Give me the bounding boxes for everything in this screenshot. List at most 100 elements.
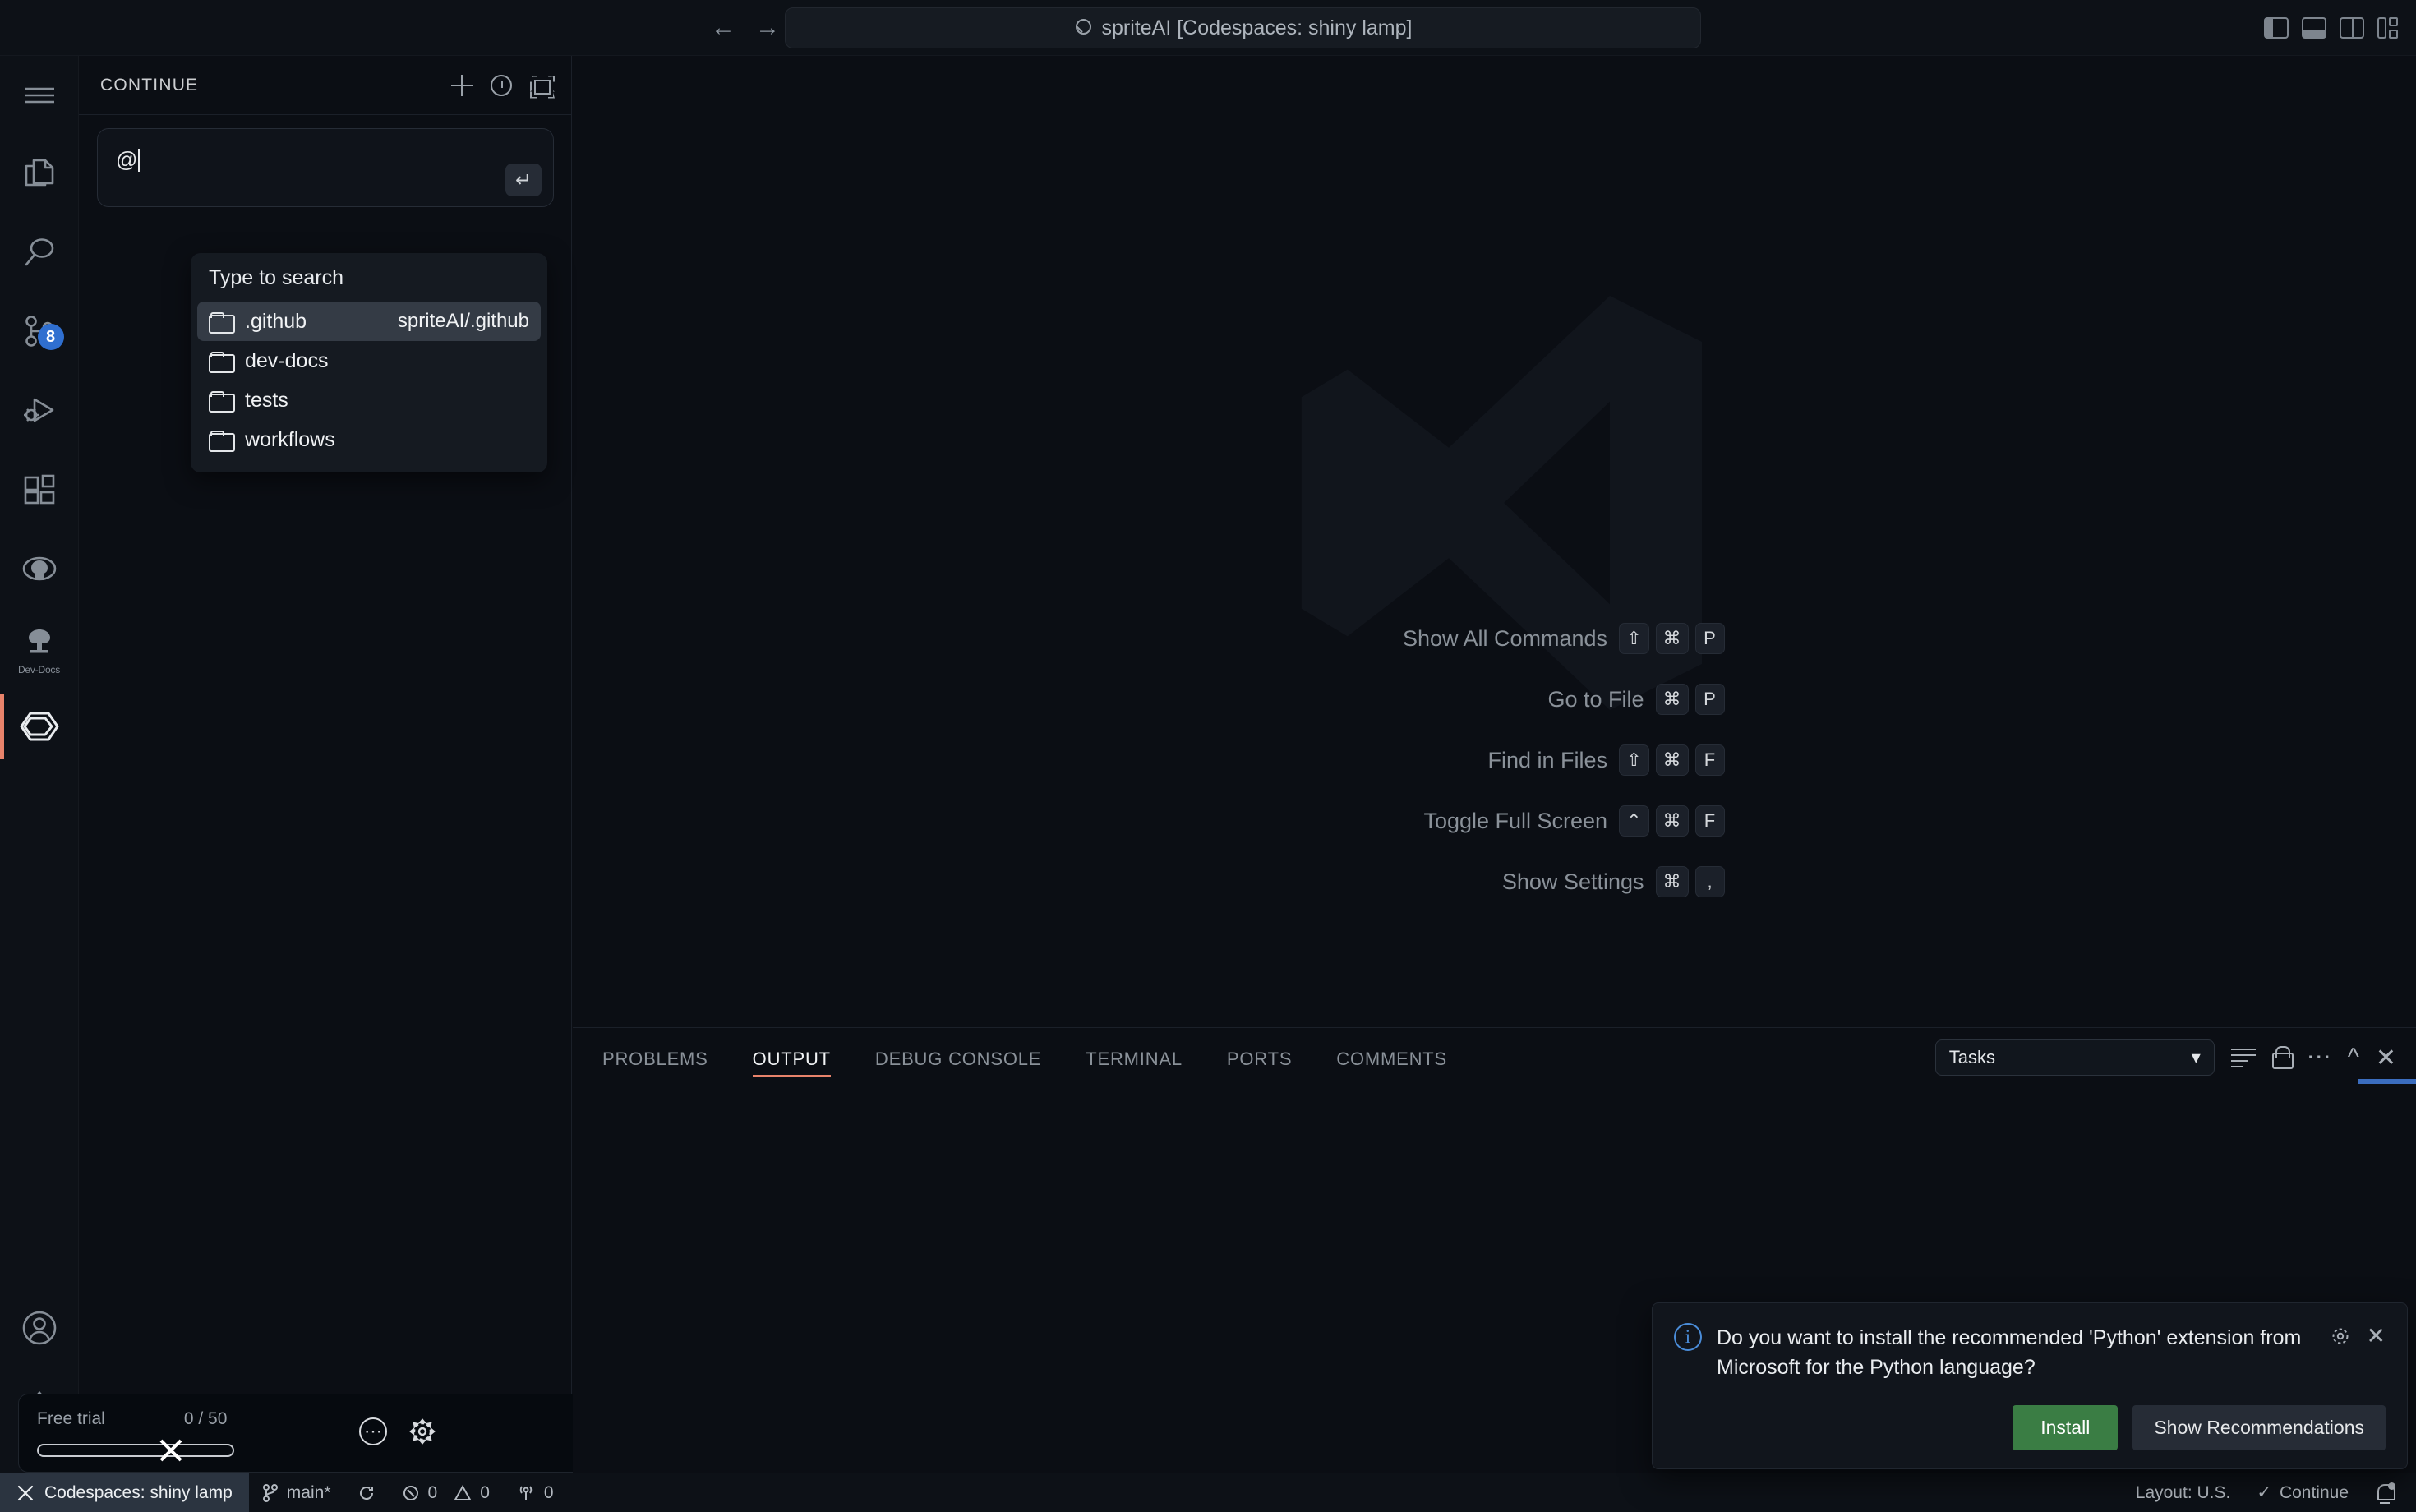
gear-icon[interactable] [2329, 1325, 2352, 1348]
chat-input-value: @ [116, 147, 137, 172]
key-cap: ⌃ [1619, 805, 1648, 837]
chat-input-value-wrap: @ [116, 147, 140, 173]
status-ports[interactable]: 0 [503, 1473, 567, 1512]
sidebar-item-dev-docs[interactable]: Dev-Docs [0, 608, 79, 687]
status-error-count: 0 [428, 1483, 438, 1503]
status-keyboard-layout[interactable]: Layout: U.S. [2123, 1473, 2244, 1512]
tab-terminal[interactable]: TERMINAL [1086, 1028, 1183, 1090]
status-remote-indicator[interactable]: Codespaces: shiny lamp [0, 1473, 249, 1512]
tab-comments[interactable]: COMMENTS [1336, 1028, 1447, 1090]
shortcut-label: Show Settings [1502, 869, 1644, 895]
sidebar-item-menu[interactable] [0, 56, 79, 135]
notification-header: i Do you want to install the recommended… [1674, 1323, 2386, 1383]
list-item-name: workflows [245, 428, 335, 452]
chat-input-box[interactable]: @ ↵ [97, 128, 554, 207]
more-actions-icon[interactable]: ⋯ [2307, 1053, 2331, 1063]
search-icon [21, 234, 58, 272]
sidebar-item-continue[interactable] [0, 687, 79, 766]
free-trial-label: Free trial [37, 1409, 105, 1429]
sidebar-item-extensions[interactable] [0, 450, 79, 529]
folder-icon [209, 312, 232, 330]
status-continue[interactable]: ✓ Continue [2243, 1473, 2362, 1512]
notification-buttons: Install Show Recommendations [1674, 1405, 2386, 1450]
sidebar-title: CONTINUE [100, 76, 198, 95]
toggle-primary-sidebar-icon[interactable] [2264, 17, 2289, 39]
free-trial-actions: ⋯ [359, 1418, 436, 1445]
clear-output-icon[interactable] [2231, 1047, 2256, 1068]
expand-icon[interactable] [530, 76, 551, 95]
shortcut-row: Toggle Full Screen ⌃ ⌘ F [1265, 805, 1725, 837]
list-item[interactable]: tests [197, 380, 541, 420]
free-trial-progress-bar [37, 1444, 234, 1457]
toggle-secondary-sidebar-icon[interactable] [2340, 17, 2364, 39]
notification-message: Do you want to install the recommended '… [1717, 1323, 2314, 1383]
text-caret [138, 149, 140, 172]
search-icon [1074, 19, 1092, 37]
sidebar-item-accounts[interactable] [0, 1288, 79, 1367]
status-remote-label: Codespaces: shiny lamp [44, 1483, 233, 1503]
sync-icon [357, 1484, 376, 1502]
sidebar-item-github[interactable] [0, 529, 79, 608]
sidebar-header-actions [451, 75, 551, 96]
list-item-path: spriteAI/.github [398, 310, 529, 333]
customize-layout-icon[interactable] [2377, 17, 2398, 39]
status-branch[interactable]: main* [249, 1473, 344, 1512]
toggle-panel-icon[interactable] [2302, 17, 2326, 39]
sidebar-item-search[interactable] [0, 214, 79, 293]
close-icon[interactable]: ✕ [2367, 1325, 2386, 1348]
more-options-icon[interactable]: ⋯ [359, 1418, 387, 1445]
editor-watermark-area: Show All Commands ⇧ ⌘ P Go to File ⌘ P F… [573, 56, 2416, 1027]
key-cap: P [1695, 684, 1725, 715]
remote-indicator-icon [16, 1483, 35, 1503]
plus-icon[interactable] [451, 75, 473, 96]
output-channel-select[interactable]: Tasks ▾ [1935, 1040, 2215, 1076]
forward-arrow-icon[interactable]: → [755, 16, 780, 40]
shortcut-row: Go to File ⌘ P [1265, 684, 1725, 715]
show-recommendations-button[interactable]: Show Recommendations [2132, 1405, 2386, 1450]
list-item[interactable]: .github spriteAI/.github [197, 302, 541, 341]
tab-problems[interactable]: PROBLEMS [602, 1028, 708, 1090]
status-bar-right: Layout: U.S. ✓ Continue [2123, 1473, 2416, 1512]
sidebar-item-explorer[interactable] [0, 135, 79, 214]
shortcut-label: Toggle Full Screen [1423, 809, 1607, 834]
chevron-up-icon[interactable]: ^ [2348, 1044, 2359, 1072]
shortcut-keys: ⇧ ⌘ F [1619, 744, 1724, 776]
hamburger-menu-icon [23, 83, 56, 108]
status-problems[interactable]: 0 0 [389, 1473, 503, 1512]
list-item[interactable]: workflows [197, 420, 541, 459]
info-icon: i [1674, 1323, 1702, 1351]
output-channel-value: Tasks [1949, 1047, 1995, 1068]
tab-output[interactable]: OUTPUT [753, 1028, 831, 1090]
tab-ports[interactable]: PORTS [1227, 1028, 1292, 1090]
sidebar-item-run-and-debug[interactable] [0, 371, 79, 450]
install-button[interactable]: Install [2013, 1405, 2118, 1450]
status-sync[interactable] [344, 1473, 389, 1512]
key-cap: ⌘ [1656, 684, 1689, 715]
command-center-label: spriteAI [Codespaces: shiny lamp] [1102, 16, 1413, 40]
command-center-search[interactable]: spriteAI [Codespaces: shiny lamp] [785, 7, 1701, 48]
ports-radio-tower-icon [516, 1484, 536, 1502]
shortcut-row: Show All Commands ⇧ ⌘ P [1265, 623, 1725, 654]
history-clock-icon[interactable] [491, 75, 512, 96]
back-arrow-icon[interactable]: ← [711, 16, 735, 40]
status-warning-count: 0 [480, 1483, 490, 1503]
list-item[interactable]: dev-docs [197, 341, 541, 380]
key-cap: ⇧ [1619, 744, 1648, 776]
layout-controls [2264, 17, 2398, 39]
shortcut-label: Find in Files [1488, 748, 1608, 773]
key-cap: , [1695, 866, 1725, 897]
gear-icon[interactable] [408, 1418, 436, 1445]
navigation-arrows: ← → [711, 16, 780, 40]
sidebar-item-source-control[interactable]: 8 [0, 293, 79, 371]
enter-return-icon[interactable]: ↵ [505, 164, 542, 196]
free-trial-panel: Free trial 0 / 50 ⋯ [18, 1394, 659, 1473]
warning-icon [454, 1484, 472, 1502]
dev-docs-label: Dev-Docs [0, 664, 79, 675]
folder-icon [209, 352, 232, 370]
tab-debug-console[interactable]: DEBUG CONSOLE [875, 1028, 1041, 1090]
panel-scrollbar[interactable] [2358, 1079, 2416, 1084]
lock-icon[interactable] [2272, 1046, 2290, 1069]
status-notifications[interactable] [2362, 1473, 2416, 1512]
free-trial-row: Free trial 0 / 50 [37, 1409, 227, 1429]
close-icon[interactable]: ✕ [2376, 1044, 2396, 1072]
